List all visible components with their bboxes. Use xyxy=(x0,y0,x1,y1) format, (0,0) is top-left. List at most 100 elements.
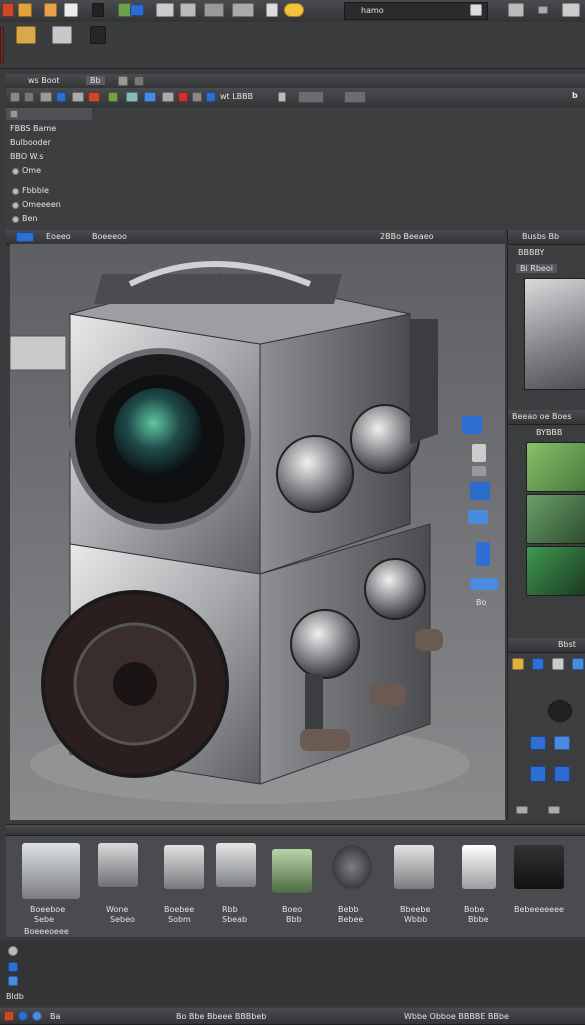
viewport-tab-right[interactable]: 2BBo Beeaeo xyxy=(380,232,434,241)
viewport-tab-left[interactable]: Eoeeo xyxy=(46,232,71,241)
asset-thumb[interactable] xyxy=(22,843,80,899)
tool-icon[interactable] xyxy=(344,91,366,103)
tool-icon[interactable] xyxy=(516,806,528,814)
side-ruler-icon xyxy=(0,26,4,64)
property-item[interactable]: Fbbble xyxy=(22,186,49,195)
grid-icon[interactable] xyxy=(470,482,490,500)
tool-icon[interactable] xyxy=(162,92,174,102)
right-panel-tab[interactable]: BBBBY xyxy=(518,248,544,257)
tool-icon[interactable] xyxy=(10,92,20,102)
app-icon[interactable] xyxy=(2,3,14,17)
tool-icon[interactable] xyxy=(548,806,560,814)
toolbar-right-icon[interactable]: b xyxy=(572,91,578,100)
paint-icon[interactable] xyxy=(92,3,104,17)
camera-icon[interactable] xyxy=(180,3,196,17)
tool-icon[interactable] xyxy=(192,92,202,102)
search-icon[interactable] xyxy=(8,946,18,956)
globe-icon[interactable] xyxy=(18,1011,28,1021)
tool-icon[interactable] xyxy=(108,92,118,102)
tool-icon[interactable] xyxy=(24,92,34,102)
image-icon[interactable] xyxy=(204,3,224,17)
search-field[interactable]: hamo xyxy=(344,2,488,20)
tool-icon[interactable] xyxy=(532,658,544,670)
grid-icon[interactable] xyxy=(468,510,488,524)
radio-icon[interactable] xyxy=(12,202,19,209)
tool-icon[interactable] xyxy=(472,466,486,476)
asset-thumb[interactable] xyxy=(98,843,138,887)
tool-icon[interactable] xyxy=(472,444,486,462)
viewport-tab-mid[interactable]: Boeeeoo xyxy=(92,232,127,241)
app-icon[interactable] xyxy=(4,1011,14,1021)
folder-icon[interactable] xyxy=(16,26,36,44)
image-icon[interactable] xyxy=(52,26,72,44)
property-item[interactable]: BBO W.s xyxy=(10,152,43,161)
tool-icon[interactable] xyxy=(126,92,138,102)
material-thumbnail[interactable] xyxy=(526,546,585,596)
asset-thumb[interactable] xyxy=(514,845,564,889)
save-icon[interactable] xyxy=(90,26,106,44)
material-thumbnail[interactable] xyxy=(526,494,585,544)
status-right: Wbbe Obboe BBBBE BBbe xyxy=(404,1012,509,1021)
radio-icon[interactable] xyxy=(12,216,19,223)
gear-icon[interactable] xyxy=(156,3,174,17)
doc-icon[interactable] xyxy=(470,4,482,16)
asset-thumb[interactable] xyxy=(462,845,496,889)
property-item[interactable]: Bulbooder xyxy=(10,138,51,147)
globe-icon[interactable] xyxy=(32,1011,42,1021)
asset-thumb[interactable] xyxy=(216,843,256,887)
asset-thumb[interactable] xyxy=(394,845,434,889)
folder-icon[interactable] xyxy=(554,736,570,750)
menu-title[interactable]: ws Boot xyxy=(28,76,60,85)
tool-icon[interactable] xyxy=(298,91,324,103)
tool-icon[interactable] xyxy=(552,658,564,670)
star-icon[interactable] xyxy=(284,3,304,17)
menu-tag[interactable]: Bb xyxy=(86,76,105,85)
link-icon[interactable] xyxy=(8,962,18,972)
property-item[interactable]: Ome xyxy=(22,166,41,175)
tool-icon[interactable] xyxy=(178,92,188,102)
chevron-down-icon[interactable] xyxy=(538,6,548,14)
pin-icon[interactable] xyxy=(134,76,144,86)
3d-viewport[interactable]: Bo xyxy=(10,244,505,820)
radio-icon[interactable] xyxy=(12,168,19,175)
tool-icon[interactable] xyxy=(512,658,524,670)
camera-icon[interactable] xyxy=(232,3,254,17)
radio-icon[interactable] xyxy=(12,188,19,195)
close-icon[interactable] xyxy=(118,76,128,86)
camera-icon[interactable] xyxy=(548,700,572,722)
tool-icon[interactable] xyxy=(572,658,584,670)
asset-thumb[interactable] xyxy=(332,845,372,889)
right-panel-tab[interactable]: Bi Rbeoi xyxy=(516,264,557,273)
info-icon[interactable] xyxy=(476,542,490,566)
tool-icon[interactable] xyxy=(144,92,156,102)
folder-icon[interactable] xyxy=(18,3,32,17)
tool-icon[interactable] xyxy=(470,578,498,590)
palette-icon[interactable] xyxy=(130,4,144,16)
camera-icon[interactable] xyxy=(508,3,524,17)
tool-icon[interactable] xyxy=(72,92,84,102)
pen-icon[interactable] xyxy=(44,3,57,17)
tool-icon[interactable] xyxy=(56,92,66,102)
folder-icon[interactable] xyxy=(554,766,570,782)
tool-icon[interactable] xyxy=(88,92,100,102)
play-icon[interactable] xyxy=(278,92,286,102)
material-thumbnail[interactable] xyxy=(526,442,585,492)
property-item[interactable]: Omeeeen xyxy=(22,200,61,209)
image-icon[interactable] xyxy=(562,3,580,17)
tool-icon[interactable] xyxy=(206,92,216,102)
view-icon[interactable] xyxy=(16,232,34,242)
cube-icon[interactable] xyxy=(462,416,482,434)
asset-strip-header xyxy=(6,825,585,836)
asset-thumb[interactable] xyxy=(164,845,204,889)
doc-icon[interactable] xyxy=(266,3,278,17)
lock-icon[interactable] xyxy=(8,976,18,986)
right-section-sub: BYBBB xyxy=(536,428,563,437)
tool-icon[interactable] xyxy=(40,92,52,102)
asset-sub: Sobm xyxy=(168,915,191,924)
asset-thumb[interactable] xyxy=(272,849,312,893)
property-item[interactable]: Ben xyxy=(22,214,37,223)
preview-thumbnail[interactable] xyxy=(524,278,585,390)
doc-icon[interactable] xyxy=(64,3,78,17)
folder-icon[interactable] xyxy=(530,736,546,750)
folder-icon[interactable] xyxy=(530,766,546,782)
